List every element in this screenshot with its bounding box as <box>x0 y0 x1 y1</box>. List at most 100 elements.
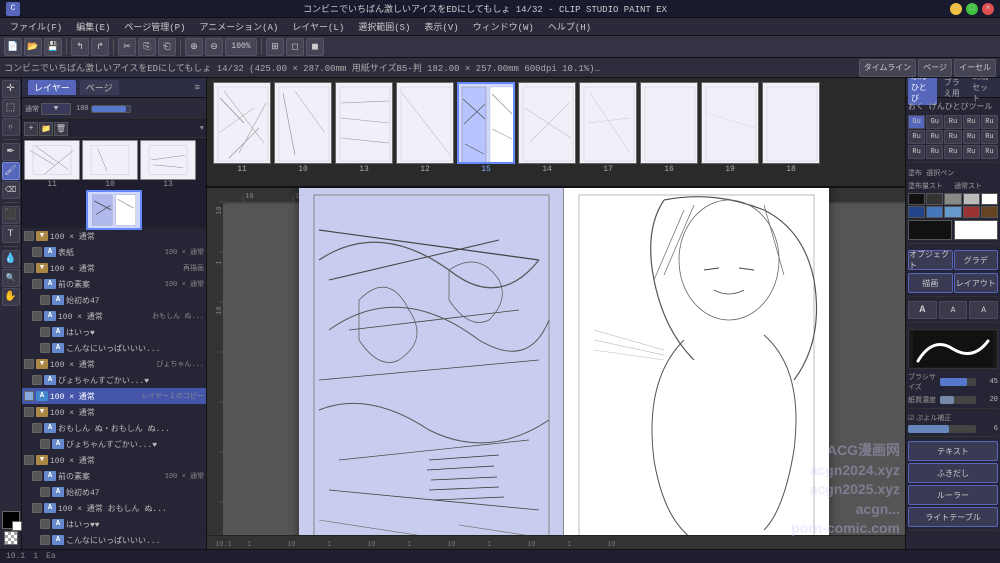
rp-text-tool-3[interactable]: A <box>969 301 998 319</box>
new-layer-btn[interactable]: + <box>24 122 38 136</box>
maximize-button[interactable]: □ <box>966 3 978 15</box>
page-thumb-11[interactable]: 11 <box>213 82 271 174</box>
page-13[interactable] <box>335 82 393 164</box>
toolbar-grid[interactable]: ⊞ <box>266 38 284 56</box>
rp-fg-color[interactable] <box>908 220 952 240</box>
layer-item-1a[interactable]: A 表紙 100 × 通常 <box>22 244 206 260</box>
layer-vis-5c[interactable] <box>32 503 42 513</box>
page-thumb-18[interactable]: 18 <box>762 82 820 174</box>
rp-tool-10[interactable]: Ru <box>981 130 998 144</box>
menu-item-1[interactable]: 編集(E) <box>70 19 116 34</box>
page-15[interactable] <box>457 82 515 164</box>
color-swatch-blue[interactable] <box>926 206 943 218</box>
layer-item-5d[interactable]: A はいっ♥♥ <box>22 516 206 532</box>
layer-vis-2e[interactable] <box>40 343 50 353</box>
page-thumb-16[interactable]: 16 <box>640 82 698 174</box>
mini-page-11[interactable] <box>24 140 80 180</box>
layer-vis-5a[interactable] <box>32 471 42 481</box>
rp-nav-layout[interactable]: レイアウト <box>954 273 999 293</box>
toolbar-open[interactable]: 📂 <box>24 38 42 56</box>
tool-text[interactable]: T <box>2 225 20 243</box>
toolbar-copy[interactable]: ⎘ <box>138 38 156 56</box>
page-16[interactable] <box>640 82 698 164</box>
layer-item-2b[interactable]: A 始初め47 <box>22 292 206 308</box>
menu-item-4[interactable]: レイヤー(L) <box>286 19 350 34</box>
toolbar-ruler[interactable]: ◻ <box>286 38 304 56</box>
layer-vis-2b[interactable] <box>40 295 50 305</box>
layer-item-3a[interactable]: A びょちゃんすごかい...♥ <box>22 372 206 388</box>
layer-tab-pages[interactable]: ページ <box>80 80 119 95</box>
layer-item-group3[interactable]: ▼ 100 × 通常 びょちゃん... <box>22 356 206 372</box>
mini-thumb-11[interactable]: 11 <box>24 140 80 189</box>
page-19[interactable] <box>701 82 759 164</box>
toolbar-new[interactable]: 📄 <box>4 38 22 56</box>
layer-vis-1a[interactable] <box>32 247 42 257</box>
tool-zoom[interactable]: 🔍 <box>2 269 20 287</box>
layer-item-2d[interactable]: A はいっ♥ <box>22 324 206 340</box>
color-swatch-darkblue[interactable] <box>908 206 925 218</box>
layer-vis-2d[interactable] <box>40 327 50 337</box>
mini-thumb-active[interactable] <box>86 190 142 230</box>
page-18[interactable] <box>762 82 820 164</box>
page-17[interactable] <box>579 82 637 164</box>
page-11[interactable] <box>213 82 271 164</box>
color-swatch-cyan[interactable] <box>944 206 961 218</box>
layer-mode-dropdown[interactable]: ▼ <box>41 103 71 115</box>
layer-vis-1[interactable] <box>24 231 34 241</box>
page-thumb-12[interactable]: 12 <box>396 82 454 174</box>
rp-tool-13[interactable]: Ru <box>944 145 961 159</box>
layer-item-4a[interactable]: A おもしん ぬ・おもしん ぬ... <box>22 420 206 436</box>
toolbar-undo[interactable]: ↰ <box>71 38 89 56</box>
color-swatch-black[interactable] <box>908 193 925 205</box>
layer-item-5c[interactable]: A 100 × 通常 おもしん ぬ... <box>22 500 206 516</box>
tool-pen[interactable]: ✒ <box>2 143 20 161</box>
layer-tab-layers[interactable]: レイヤー <box>28 80 76 95</box>
page-thumb-10[interactable]: 10 <box>274 82 332 174</box>
mini-page-10[interactable] <box>82 140 138 180</box>
foreground-color[interactable] <box>2 511 20 529</box>
page-thumb-13[interactable]: 13 <box>335 82 393 174</box>
toolbar-guide[interactable]: ◼ <box>306 38 324 56</box>
minimize-button[interactable]: − <box>950 3 962 15</box>
layer-vis-copy[interactable] <box>24 391 34 401</box>
rp-tool-4[interactable]: Ru <box>963 115 980 129</box>
tool-eraser[interactable]: ⌫ <box>2 181 20 199</box>
layer-item-4b[interactable]: A びょちゃんすごかい...♥ <box>22 436 206 452</box>
page-thumb-15[interactable]: 15 <box>457 82 515 174</box>
rp-tool-9[interactable]: Ru <box>963 130 980 144</box>
rp-text-tool-2[interactable]: A <box>939 301 968 319</box>
page-thumb-14[interactable]: 14 <box>518 82 576 174</box>
layer-item-5b[interactable]: A 始初め47 <box>22 484 206 500</box>
color-swatch-lightgray[interactable] <box>963 193 980 205</box>
delete-layer-btn[interactable]: 🗑 <box>54 122 68 136</box>
tool-lasso[interactable]: ○ <box>2 118 20 136</box>
page-14[interactable] <box>518 82 576 164</box>
layer-vis-5e[interactable] <box>40 535 50 545</box>
rp-nav-object[interactable]: オブジェクト <box>908 250 953 270</box>
mini-page-active[interactable] <box>86 190 142 230</box>
page-10[interactable] <box>274 82 332 164</box>
rp-tool-5[interactable]: Ru <box>981 115 998 129</box>
correction-check[interactable]: ☑ <box>908 414 914 423</box>
layer-vis-4a[interactable] <box>32 423 42 433</box>
rp-nav-draw[interactable]: 描画 <box>908 273 953 293</box>
opacity-slider[interactable] <box>940 396 976 404</box>
rp-large-btn-ruler[interactable]: ルーラー <box>908 485 998 505</box>
timeline-tab[interactable]: タイムライン <box>859 59 916 77</box>
tool-select[interactable]: ⬚ <box>2 99 20 117</box>
rp-tool-1[interactable]: Gu <box>908 115 925 129</box>
toolbar-zoom-out[interactable]: ⊖ <box>205 38 223 56</box>
layer-item-5a[interactable]: A 前の素案 100 × 通常 <box>22 468 206 484</box>
mini-page-13[interactable] <box>140 140 196 180</box>
toolbar-zoom-in[interactable]: ⊕ <box>185 38 203 56</box>
layer-vis-2a[interactable] <box>32 279 42 289</box>
layer-vis-5d[interactable] <box>40 519 50 529</box>
mini-thumb-10[interactable]: 10 <box>82 140 138 189</box>
menu-item-5[interactable]: 選択範囲(S) <box>352 19 416 34</box>
layer-vis-4b[interactable] <box>40 439 50 449</box>
rpanel-tab-brushuse[interactable]: ブラえ用 <box>941 78 965 100</box>
layer-item-2a[interactable]: A 前の素案 100 × 通常 <box>22 276 206 292</box>
menu-item-0[interactable]: ファイル(F) <box>4 19 68 34</box>
toolbar-redo[interactable]: ↱ <box>91 38 109 56</box>
toolbar-cut[interactable]: ✂ <box>118 38 136 56</box>
